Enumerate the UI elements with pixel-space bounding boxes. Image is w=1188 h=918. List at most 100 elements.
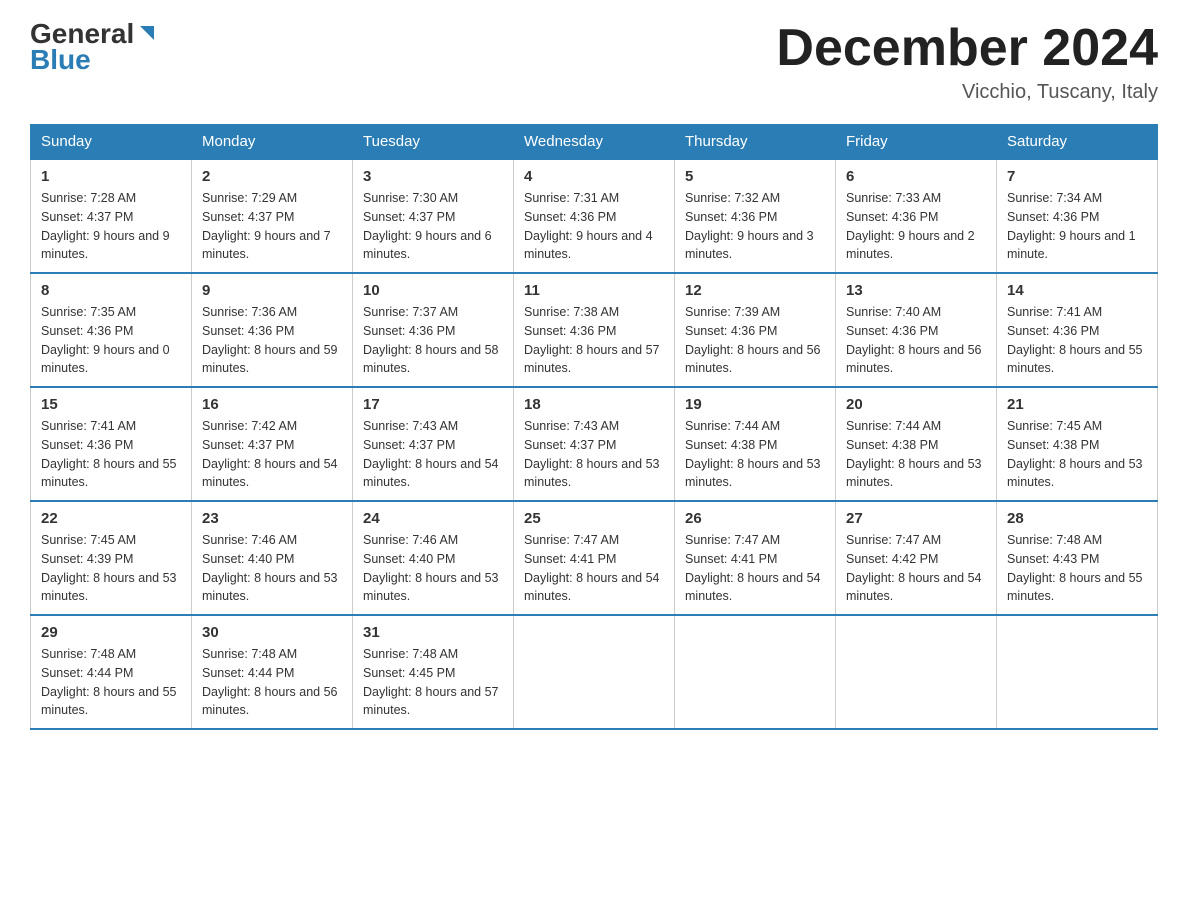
location-subtitle: Vicchio, Tuscany, Italy [776, 81, 1158, 104]
calendar-cell: 7 Sunrise: 7:34 AM Sunset: 4:36 PM Dayli… [997, 159, 1158, 273]
day-info: Sunrise: 7:38 AM Sunset: 4:36 PM Dayligh… [524, 303, 664, 378]
day-info: Sunrise: 7:46 AM Sunset: 4:40 PM Dayligh… [202, 531, 342, 606]
calendar-cell: 26 Sunrise: 7:47 AM Sunset: 4:41 PM Dayl… [675, 501, 836, 615]
calendar-cell [675, 615, 836, 729]
calendar-cell: 11 Sunrise: 7:38 AM Sunset: 4:36 PM Dayl… [514, 273, 675, 387]
day-info: Sunrise: 7:34 AM Sunset: 4:36 PM Dayligh… [1007, 189, 1147, 264]
day-info: Sunrise: 7:47 AM Sunset: 4:41 PM Dayligh… [524, 531, 664, 606]
day-number: 26 [685, 510, 825, 527]
day-number: 29 [41, 624, 181, 641]
day-info: Sunrise: 7:30 AM Sunset: 4:37 PM Dayligh… [363, 189, 503, 264]
calendar-cell: 14 Sunrise: 7:41 AM Sunset: 4:36 PM Dayl… [997, 273, 1158, 387]
calendar-cell: 24 Sunrise: 7:46 AM Sunset: 4:40 PM Dayl… [353, 501, 514, 615]
day-number: 3 [363, 168, 503, 185]
day-info: Sunrise: 7:48 AM Sunset: 4:44 PM Dayligh… [202, 645, 342, 720]
calendar-cell: 25 Sunrise: 7:47 AM Sunset: 4:41 PM Dayl… [514, 501, 675, 615]
day-info: Sunrise: 7:45 AM Sunset: 4:38 PM Dayligh… [1007, 417, 1147, 492]
day-info: Sunrise: 7:35 AM Sunset: 4:36 PM Dayligh… [41, 303, 181, 378]
day-number: 7 [1007, 168, 1147, 185]
calendar-header-row: SundayMondayTuesdayWednesdayThursdayFrid… [31, 125, 1158, 160]
day-number: 14 [1007, 282, 1147, 299]
day-header-tuesday: Tuesday [353, 125, 514, 160]
day-number: 24 [363, 510, 503, 527]
day-number: 18 [524, 396, 664, 413]
calendar-cell: 27 Sunrise: 7:47 AM Sunset: 4:42 PM Dayl… [836, 501, 997, 615]
logo-arrow-icon [136, 22, 158, 44]
day-info: Sunrise: 7:40 AM Sunset: 4:36 PM Dayligh… [846, 303, 986, 378]
calendar-cell: 4 Sunrise: 7:31 AM Sunset: 4:36 PM Dayli… [514, 159, 675, 273]
calendar-cell: 21 Sunrise: 7:45 AM Sunset: 4:38 PM Dayl… [997, 387, 1158, 501]
day-header-wednesday: Wednesday [514, 125, 675, 160]
calendar-cell: 9 Sunrise: 7:36 AM Sunset: 4:36 PM Dayli… [192, 273, 353, 387]
day-info: Sunrise: 7:41 AM Sunset: 4:36 PM Dayligh… [1007, 303, 1147, 378]
calendar-cell: 3 Sunrise: 7:30 AM Sunset: 4:37 PM Dayli… [353, 159, 514, 273]
day-info: Sunrise: 7:32 AM Sunset: 4:36 PM Dayligh… [685, 189, 825, 264]
day-number: 13 [846, 282, 986, 299]
day-number: 25 [524, 510, 664, 527]
week-row-3: 15 Sunrise: 7:41 AM Sunset: 4:36 PM Dayl… [31, 387, 1158, 501]
day-number: 17 [363, 396, 503, 413]
day-info: Sunrise: 7:43 AM Sunset: 4:37 PM Dayligh… [524, 417, 664, 492]
logo: General Blue [30, 20, 158, 76]
day-number: 11 [524, 282, 664, 299]
calendar-cell: 17 Sunrise: 7:43 AM Sunset: 4:37 PM Dayl… [353, 387, 514, 501]
title-section: December 2024 Vicchio, Tuscany, Italy [776, 20, 1158, 104]
day-number: 19 [685, 396, 825, 413]
page-header: General Blue December 2024 Vicchio, Tusc… [30, 20, 1158, 104]
calendar-cell: 29 Sunrise: 7:48 AM Sunset: 4:44 PM Dayl… [31, 615, 192, 729]
day-number: 30 [202, 624, 342, 641]
week-row-2: 8 Sunrise: 7:35 AM Sunset: 4:36 PM Dayli… [31, 273, 1158, 387]
day-info: Sunrise: 7:45 AM Sunset: 4:39 PM Dayligh… [41, 531, 181, 606]
calendar-cell: 19 Sunrise: 7:44 AM Sunset: 4:38 PM Dayl… [675, 387, 836, 501]
month-title: December 2024 [776, 20, 1158, 77]
day-header-thursday: Thursday [675, 125, 836, 160]
day-number: 10 [363, 282, 503, 299]
day-number: 1 [41, 168, 181, 185]
day-info: Sunrise: 7:29 AM Sunset: 4:37 PM Dayligh… [202, 189, 342, 264]
calendar-table: SundayMondayTuesdayWednesdayThursdayFrid… [30, 124, 1158, 730]
calendar-cell: 5 Sunrise: 7:32 AM Sunset: 4:36 PM Dayli… [675, 159, 836, 273]
day-info: Sunrise: 7:48 AM Sunset: 4:45 PM Dayligh… [363, 645, 503, 720]
day-info: Sunrise: 7:44 AM Sunset: 4:38 PM Dayligh… [846, 417, 986, 492]
calendar-cell: 22 Sunrise: 7:45 AM Sunset: 4:39 PM Dayl… [31, 501, 192, 615]
calendar-cell: 15 Sunrise: 7:41 AM Sunset: 4:36 PM Dayl… [31, 387, 192, 501]
day-number: 16 [202, 396, 342, 413]
calendar-cell: 31 Sunrise: 7:48 AM Sunset: 4:45 PM Dayl… [353, 615, 514, 729]
calendar-cell: 1 Sunrise: 7:28 AM Sunset: 4:37 PM Dayli… [31, 159, 192, 273]
day-number: 6 [846, 168, 986, 185]
day-info: Sunrise: 7:31 AM Sunset: 4:36 PM Dayligh… [524, 189, 664, 264]
day-number: 31 [363, 624, 503, 641]
calendar-cell [997, 615, 1158, 729]
day-info: Sunrise: 7:41 AM Sunset: 4:36 PM Dayligh… [41, 417, 181, 492]
day-header-friday: Friday [836, 125, 997, 160]
day-info: Sunrise: 7:28 AM Sunset: 4:37 PM Dayligh… [41, 189, 181, 264]
calendar-cell: 12 Sunrise: 7:39 AM Sunset: 4:36 PM Dayl… [675, 273, 836, 387]
day-number: 12 [685, 282, 825, 299]
calendar-cell: 2 Sunrise: 7:29 AM Sunset: 4:37 PM Dayli… [192, 159, 353, 273]
day-header-monday: Monday [192, 125, 353, 160]
day-info: Sunrise: 7:39 AM Sunset: 4:36 PM Dayligh… [685, 303, 825, 378]
day-number: 9 [202, 282, 342, 299]
calendar-cell: 18 Sunrise: 7:43 AM Sunset: 4:37 PM Dayl… [514, 387, 675, 501]
day-number: 15 [41, 396, 181, 413]
calendar-cell: 8 Sunrise: 7:35 AM Sunset: 4:36 PM Dayli… [31, 273, 192, 387]
day-number: 22 [41, 510, 181, 527]
calendar-cell: 13 Sunrise: 7:40 AM Sunset: 4:36 PM Dayl… [836, 273, 997, 387]
day-info: Sunrise: 7:47 AM Sunset: 4:41 PM Dayligh… [685, 531, 825, 606]
day-header-saturday: Saturday [997, 125, 1158, 160]
calendar-cell: 28 Sunrise: 7:48 AM Sunset: 4:43 PM Dayl… [997, 501, 1158, 615]
day-info: Sunrise: 7:48 AM Sunset: 4:43 PM Dayligh… [1007, 531, 1147, 606]
calendar-cell: 20 Sunrise: 7:44 AM Sunset: 4:38 PM Dayl… [836, 387, 997, 501]
day-number: 27 [846, 510, 986, 527]
day-number: 2 [202, 168, 342, 185]
day-info: Sunrise: 7:42 AM Sunset: 4:37 PM Dayligh… [202, 417, 342, 492]
logo-blue: Blue [30, 44, 91, 76]
calendar-cell: 16 Sunrise: 7:42 AM Sunset: 4:37 PM Dayl… [192, 387, 353, 501]
day-info: Sunrise: 7:47 AM Sunset: 4:42 PM Dayligh… [846, 531, 986, 606]
day-number: 20 [846, 396, 986, 413]
week-row-5: 29 Sunrise: 7:48 AM Sunset: 4:44 PM Dayl… [31, 615, 1158, 729]
day-number: 23 [202, 510, 342, 527]
calendar-cell [836, 615, 997, 729]
day-info: Sunrise: 7:36 AM Sunset: 4:36 PM Dayligh… [202, 303, 342, 378]
day-number: 4 [524, 168, 664, 185]
